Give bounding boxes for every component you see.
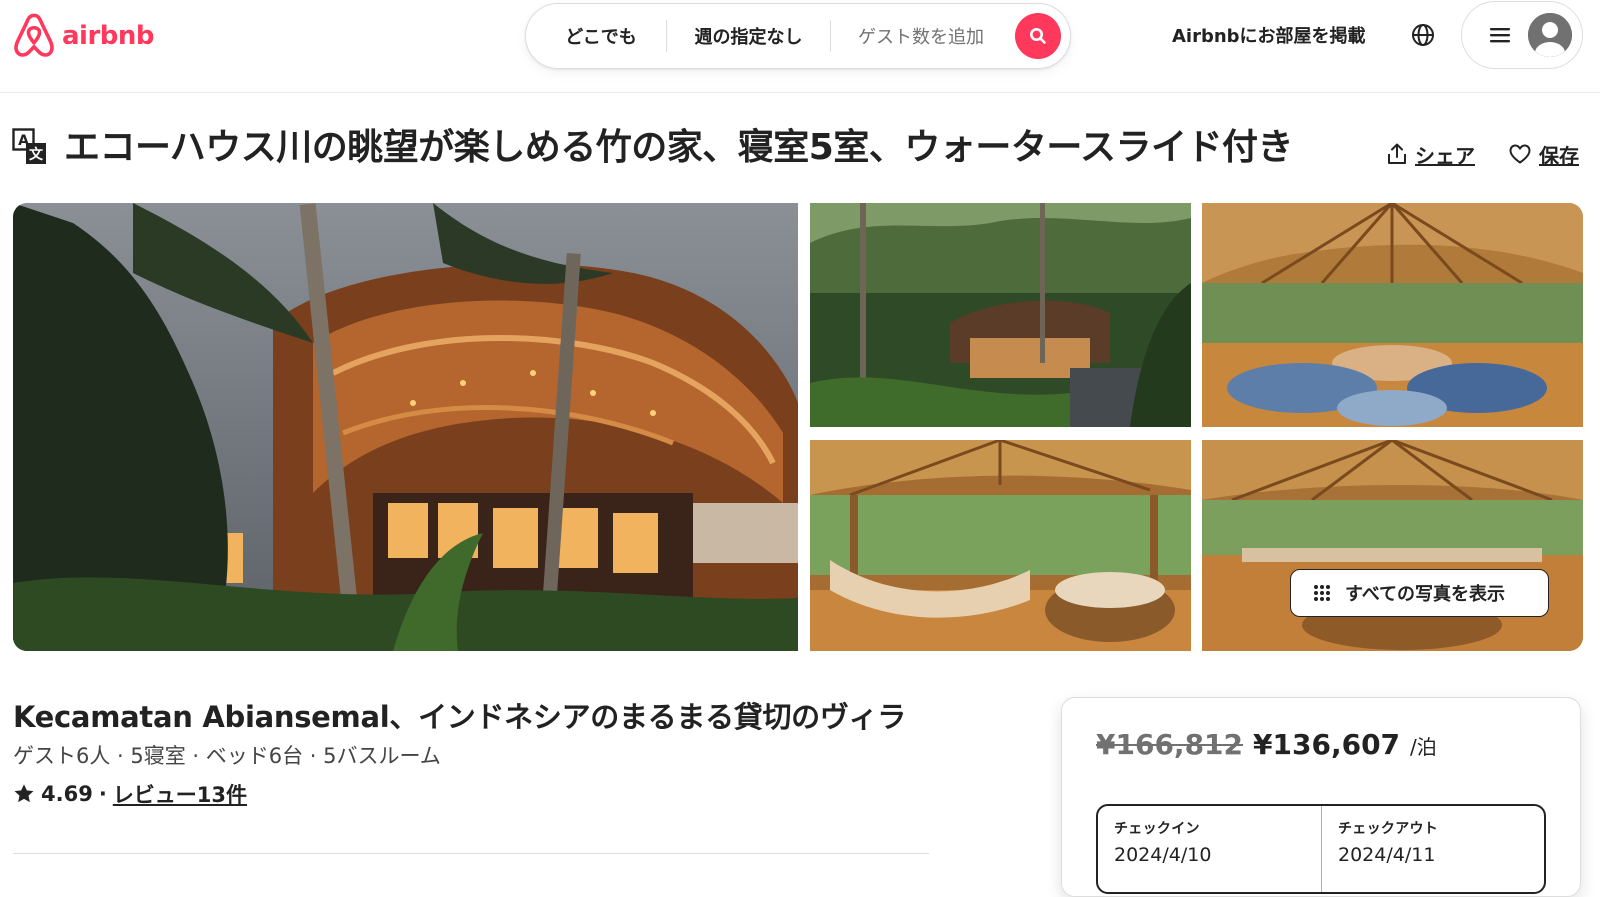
pavilion-photo[interactable]: [1202, 440, 1583, 651]
profile-menu-button[interactable]: [1461, 1, 1583, 69]
airbnb-logo[interactable]: airbnb: [12, 12, 155, 60]
reviews-link[interactable]: レビュー13件: [113, 779, 247, 809]
search-where[interactable]: どこでも: [526, 4, 666, 68]
share-button[interactable]: シェア: [1387, 138, 1475, 170]
globe-icon: [1412, 24, 1434, 46]
save-button[interactable]: 保存: [1509, 138, 1579, 170]
checkin-label: チェックイン: [1114, 821, 1200, 837]
show-all-label: すべての写真を表示: [1345, 584, 1506, 605]
top-header: airbnb どこでも 週の指定なし ゲスト数を追加 Airbnbにお部屋を掲載: [0, 0, 1600, 93]
host-your-home-link[interactable]: Airbnbにお部屋を掲載: [1172, 20, 1366, 50]
checkout-field[interactable]: チェックアウト 2024/4/11: [1321, 806, 1544, 892]
language-button[interactable]: [1408, 20, 1438, 50]
search-bar[interactable]: どこでも 週の指定なし ゲスト数を追加: [525, 3, 1071, 69]
rating-separator: ·: [98, 782, 107, 806]
show-all-photos-button[interactable]: すべての写真を表示: [1290, 569, 1549, 617]
jungle-villa-photo[interactable]: [810, 203, 1191, 427]
checkin-value: 2024/4/10: [1114, 844, 1212, 866]
listing-subtitle: Kecamatan Abiansemal、インドネシアのまるまる貸切のヴィラ: [13, 700, 906, 734]
booking-card: ¥166,812 ¥136,607 /泊 チェックイン 2024/4/10 チェ…: [1061, 697, 1581, 897]
airbnb-belo-icon: [14, 13, 54, 57]
save-label: 保存: [1539, 143, 1579, 168]
price-row: ¥166,812 ¥136,607 /泊: [1096, 728, 1437, 761]
discounted-price: ¥136,607: [1253, 728, 1401, 761]
original-price: ¥166,812: [1096, 728, 1244, 761]
svg-text:文: 文: [29, 146, 44, 163]
search-guests[interactable]: ゲスト数を追加: [831, 4, 1011, 68]
translate-icon: A 文: [12, 128, 48, 166]
listing-facts: ゲスト6人 · 5寝室 · ベッド6台 · 5バスルーム: [13, 744, 441, 768]
grid-dots-icon: [1314, 585, 1330, 601]
living-room-photo[interactable]: [1202, 203, 1583, 427]
rating-summary: 4.69 · レビュー13件: [13, 779, 247, 809]
user-avatar-icon: [1528, 13, 1572, 57]
share-icon: [1388, 143, 1406, 164]
listing-title: エコーハウス川の眺望が楽しめる竹の家、寝室5室、ウォータースライド付き: [64, 127, 1294, 168]
brand-name: airbnb: [62, 21, 155, 51]
lounge-sofa-photo[interactable]: [810, 440, 1191, 651]
date-picker[interactable]: チェックイン 2024/4/10 チェックアウト 2024/4/11: [1096, 804, 1546, 894]
checkout-label: チェックアウト: [1338, 821, 1439, 837]
share-label: シェア: [1415, 143, 1475, 168]
heart-icon: [1509, 144, 1531, 164]
search-when[interactable]: 週の指定なし: [667, 4, 830, 68]
main-exterior-photo[interactable]: [13, 203, 798, 651]
search-button[interactable]: [1015, 13, 1061, 59]
section-divider: [13, 853, 929, 854]
star-icon: [14, 784, 34, 803]
rating-score: 4.69: [41, 782, 93, 806]
checkout-value: 2024/4/11: [1338, 844, 1436, 866]
price-unit: /泊: [1410, 735, 1437, 759]
hamburger-icon: [1490, 28, 1510, 43]
search-icon: [1030, 28, 1046, 44]
checkin-field[interactable]: チェックイン 2024/4/10: [1098, 806, 1321, 892]
